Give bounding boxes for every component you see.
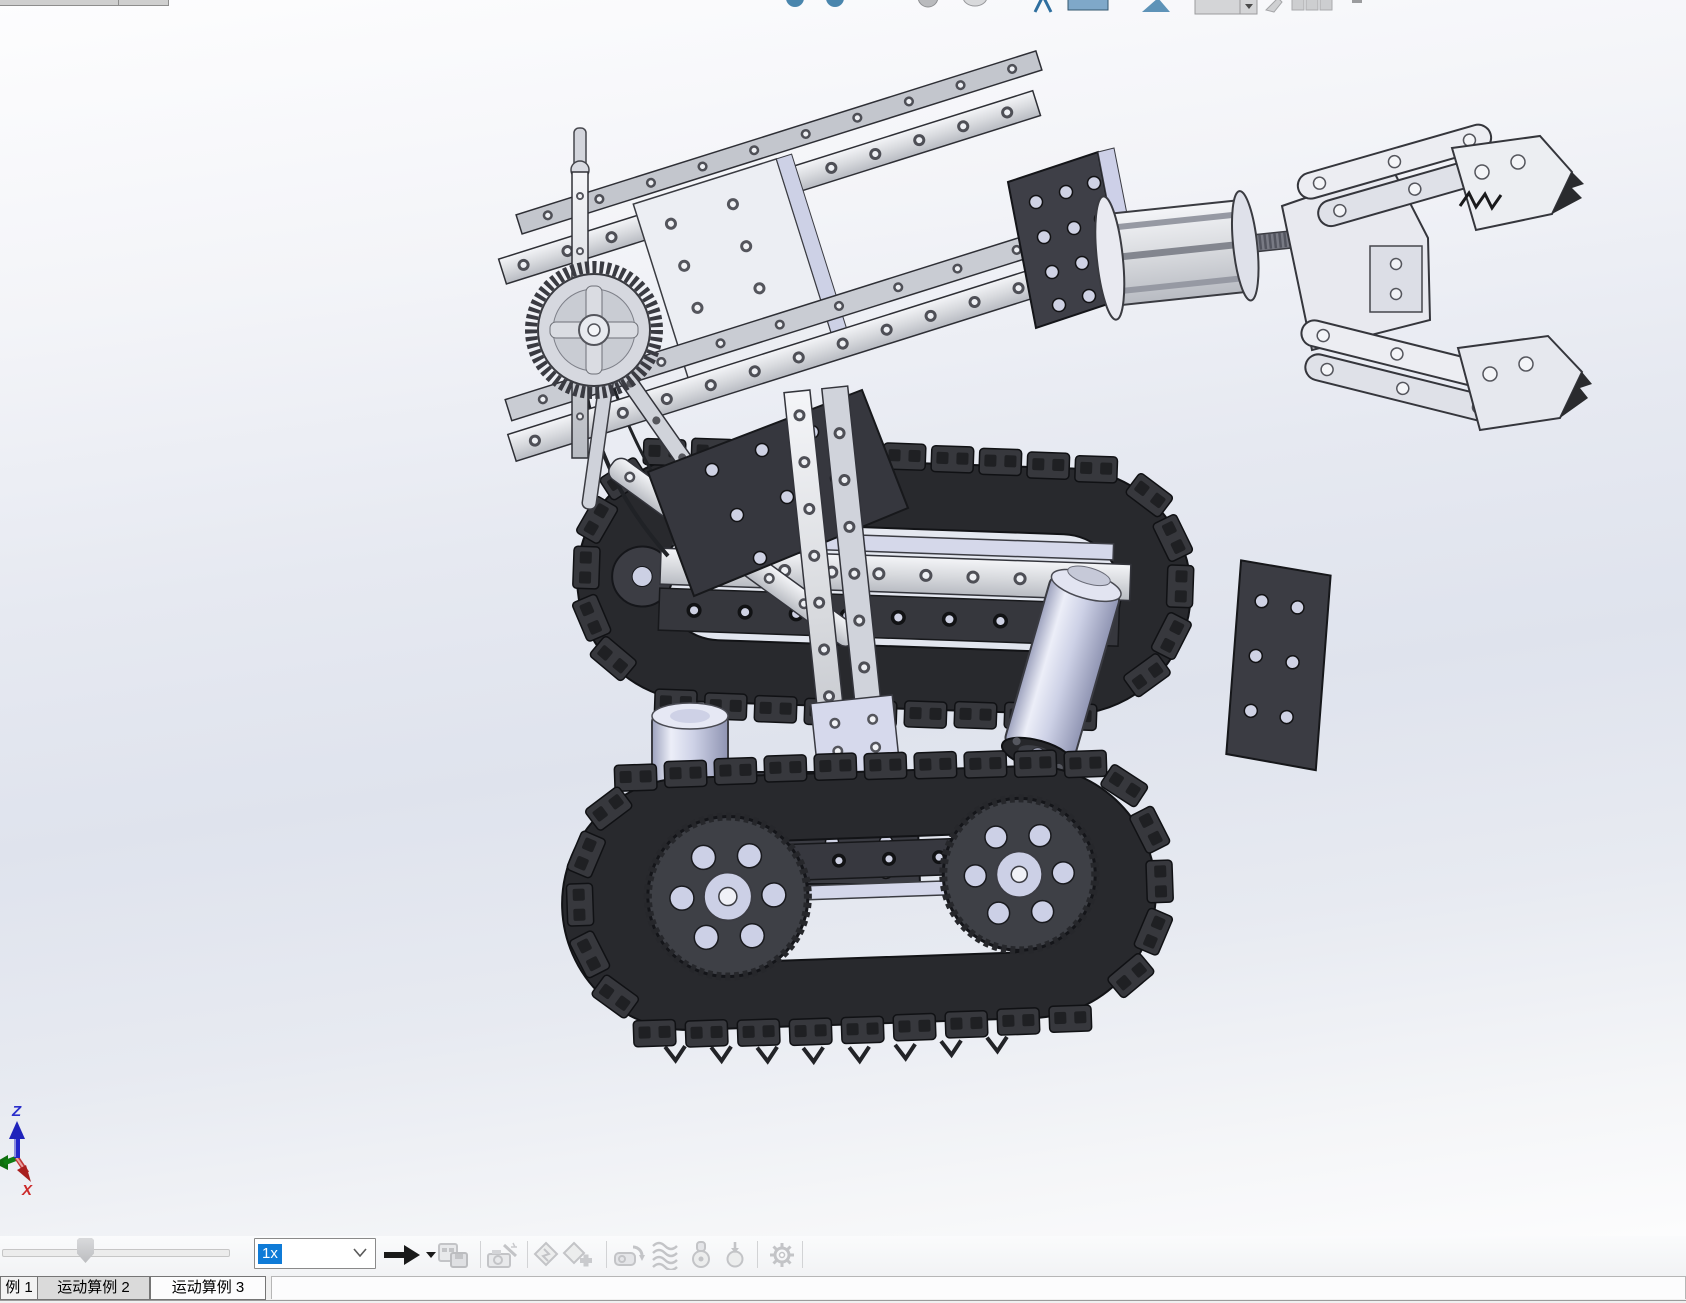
x-axis-label: X [21, 1182, 33, 1199]
tab-motion-study-1[interactable]: 例 1 [0, 1276, 38, 1300]
gravity-button[interactable] [722, 1240, 748, 1270]
clipped-icon[interactable] [1320, 0, 1332, 10]
clipped-panel-edge [0, 0, 169, 6]
clipped-icon[interactable] [1035, 0, 1051, 12]
orientation-triad: Z X [0, 1085, 80, 1235]
separator [527, 1241, 528, 1268]
clipped-icon[interactable] [1142, 0, 1170, 12]
cad-model[interactable] [0, 0, 1686, 1236]
motion-study-tab-bar: 例 1 运动算例 2 运动算例 3 [0, 1276, 1686, 1303]
tab-motion-study-2[interactable]: 运动算例 2 [37, 1276, 150, 1300]
separator [480, 1241, 481, 1268]
playback-mode-button[interactable] [384, 1240, 436, 1270]
motor-button[interactable] [613, 1240, 647, 1270]
timeline-slider-handle[interactable] [77, 1238, 94, 1263]
separator [757, 1241, 758, 1268]
clipped-icon[interactable] [1306, 0, 1318, 10]
add-key-button[interactable] [562, 1240, 594, 1270]
playback-speed-value: 1x [258, 1244, 282, 1264]
playback-speed-combo[interactable]: 1x [254, 1238, 376, 1269]
clipped-icon[interactable] [1068, 0, 1108, 10]
clipped-icon[interactable] [786, 0, 804, 7]
contact-button[interactable] [687, 1240, 715, 1270]
z-axis-label: Z [11, 1103, 22, 1120]
spring-button[interactable] [650, 1240, 680, 1270]
separator [802, 1241, 803, 1268]
save-animation-button[interactable] [437, 1240, 471, 1270]
left-sprocket[interactable] [645, 814, 810, 979]
chevron-down-icon [353, 1248, 367, 1257]
clipped-toolbar-icons[interactable] [740, 0, 1400, 17]
clipped-icon[interactable] [918, 0, 938, 7]
gripper-claw[interactable] [1282, 117, 1592, 430]
graphics-viewport[interactable]: Z X [0, 0, 1686, 1236]
motion-study-properties-button[interactable] [766, 1240, 798, 1270]
tab-motion-study-3[interactable]: 运动算例 3 [150, 1276, 266, 1300]
motion-study-toolbar: 1x [0, 1236, 1686, 1276]
clipped-icon[interactable] [1292, 0, 1304, 10]
lower-track[interactable] [557, 742, 1178, 1071]
chevron-down-icon [426, 1252, 436, 1258]
auto-key-button[interactable] [532, 1240, 560, 1270]
clipped-icon[interactable] [963, 0, 987, 6]
clipped-icon[interactable] [1266, 0, 1282, 12]
tab-bar-divider [0, 1300, 1686, 1301]
separator [606, 1241, 607, 1268]
clipped-icon[interactable] [826, 0, 844, 7]
clipped-icon [1352, 0, 1362, 3]
tab-strip-empty-area [271, 1276, 1686, 1299]
animation-wizard-button[interactable] [486, 1240, 520, 1270]
timeline-slider-track[interactable] [2, 1249, 230, 1257]
